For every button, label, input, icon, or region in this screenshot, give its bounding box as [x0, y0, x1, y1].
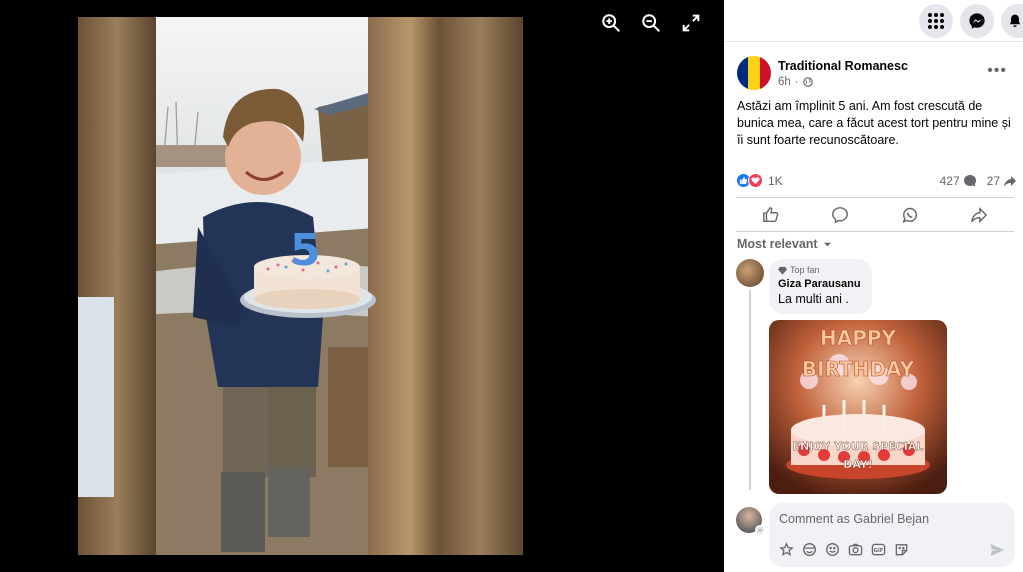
post-text: Astăzi am împlinit 5 ani. Am fost crescu…	[737, 99, 1011, 147]
emoji-icon[interactable]	[802, 542, 817, 557]
comment-input[interactable]: Comment as Gabriel Bejan GIF	[769, 503, 1015, 567]
camera-icon[interactable]	[848, 542, 863, 557]
fullscreen-icon[interactable]	[680, 12, 702, 34]
messenger-icon[interactable]	[960, 3, 994, 38]
photo-viewer: 5	[0, 0, 724, 572]
flag-stripe-red	[759, 56, 771, 90]
post-header: Traditional Romanesc 6h ·	[724, 42, 1023, 92]
page-avatar[interactable]	[737, 56, 771, 90]
thread-line	[749, 290, 751, 490]
gif-line-1: HAPPY	[820, 326, 897, 350]
profile-switch-icon[interactable]: ⌄	[755, 525, 765, 535]
more-options-button[interactable]: •••	[987, 62, 1007, 80]
post-stats: 1K 427 27	[736, 173, 1017, 188]
reaction-icons[interactable]	[736, 173, 763, 188]
comments-filter-label: Most relevant	[737, 237, 818, 251]
sticker-icon[interactable]	[894, 542, 909, 557]
avatar-sticker-icon[interactable]	[779, 542, 794, 557]
post-time[interactable]: 6h	[778, 76, 791, 88]
top-bar	[724, 0, 1023, 42]
zoom-in-icon[interactable]	[600, 12, 622, 34]
shares-count[interactable]: 27	[987, 174, 1017, 188]
top-fan-label: Top fan	[790, 265, 820, 275]
page-name[interactable]: Traditional Romanesc	[778, 59, 908, 73]
gif-line-3: ENJOY YOUR SPECIAL	[793, 440, 924, 453]
smiley-icon[interactable]	[825, 542, 840, 557]
flag-stripe-yellow	[748, 56, 760, 90]
comment-text: La multi ani .	[778, 292, 849, 306]
top-fan-badge-icon	[778, 266, 787, 275]
comment: Top fan Giza Parausanu La multi ani .	[736, 259, 872, 314]
gif-line-4: DAY!	[843, 458, 873, 471]
comments-filter[interactable]: Most relevant	[737, 237, 832, 251]
post-side-panel: Traditional Romanesc 6h · ••• Astăzi am …	[724, 0, 1023, 572]
send-icon[interactable]	[989, 542, 1005, 558]
comment-author[interactable]: Giza Parausanu	[778, 278, 861, 290]
svg-text:GIF: GIF	[874, 548, 884, 554]
whatsapp-icon[interactable]	[901, 206, 919, 224]
birthday-gif[interactable]: HAPPY BIRTHDAY ENJOY YOUR SPECIAL DAY!	[769, 320, 947, 494]
like-icon[interactable]	[762, 206, 780, 224]
post-photo[interactable]: 5	[78, 17, 523, 555]
reactions-count[interactable]: 1K	[768, 174, 783, 188]
comment-bubble: Top fan Giza Parausanu La multi ani .	[769, 259, 872, 314]
notifications-bell-icon[interactable]	[1001, 3, 1023, 38]
share-count-icon	[1004, 175, 1016, 187]
comment-count-icon	[963, 174, 976, 186]
share-icon[interactable]	[970, 206, 988, 224]
comment-input-placeholder: Comment as Gabriel Bejan	[779, 512, 930, 526]
gif-icon[interactable]: GIF	[871, 542, 886, 557]
love-reaction-icon	[748, 173, 763, 188]
commenter-avatar[interactable]	[736, 259, 764, 287]
menu-grid-icon[interactable]	[919, 3, 953, 38]
comments-count-value: 427	[939, 173, 960, 188]
zoom-out-icon[interactable]	[640, 12, 662, 34]
gif-line-2: BIRTHDAY	[802, 357, 915, 381]
comment-icon[interactable]	[831, 206, 849, 224]
flag-stripe-blue	[737, 56, 749, 90]
shares-count-value: 27	[986, 173, 1000, 188]
globe-icon	[802, 77, 813, 87]
comments-count[interactable]: 427	[940, 174, 977, 188]
chevron-down-icon	[823, 242, 831, 246]
svg-text:5: 5	[290, 225, 321, 276]
post-actions	[736, 197, 1014, 232]
